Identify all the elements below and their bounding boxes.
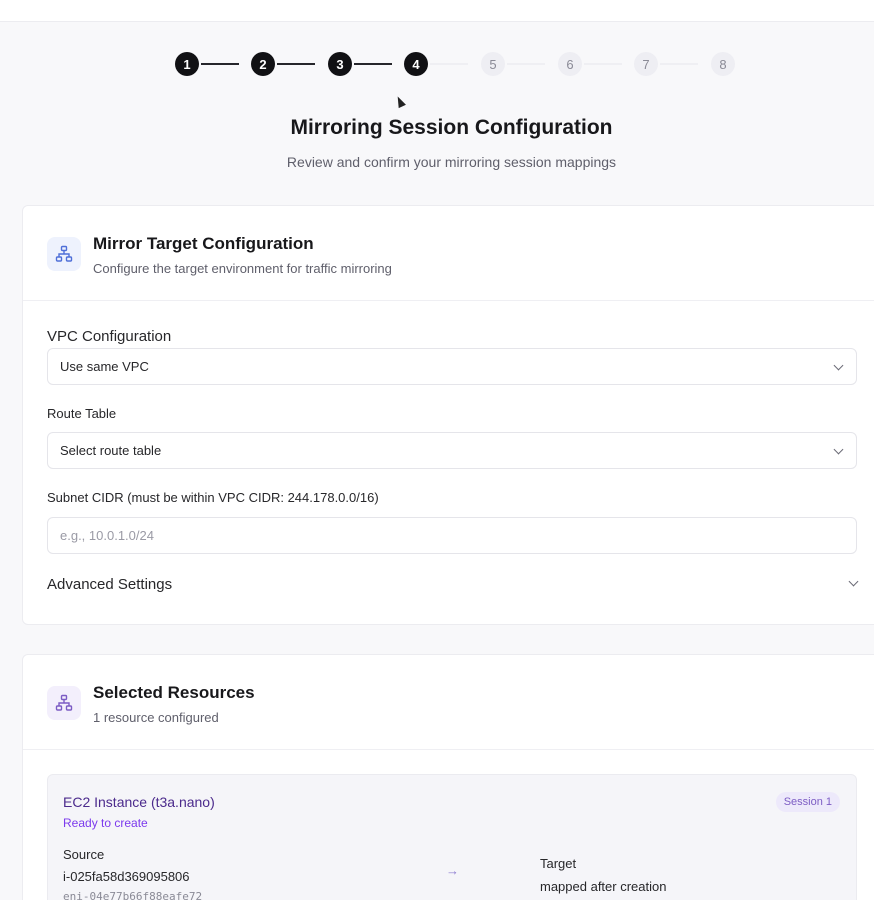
card-title: Selected Resources <box>93 683 255 702</box>
step-4[interactable]: 4 <box>404 52 428 76</box>
target-description: mapped after creation <box>540 879 667 894</box>
vpc-config-value: Use same VPC <box>60 359 149 374</box>
target-label: Target <box>540 856 577 871</box>
vpc-config-select[interactable]: Use same VPC <box>47 348 857 385</box>
step-1[interactable]: 1 <box>175 52 199 76</box>
card-header: Mirror Target Configuration Configure th… <box>23 206 874 301</box>
step-connector <box>430 63 468 65</box>
step-connector <box>201 63 239 65</box>
chevron-down-icon <box>833 360 844 371</box>
mouse-cursor-icon <box>394 94 406 109</box>
source-eni-id: eni-04e77b66f88eafe72 <box>63 890 203 900</box>
network-icon <box>47 237 81 271</box>
progress-stepper: 1 2 3 4 5 6 7 8 <box>175 52 735 76</box>
source-instance-id: i-025fa58d369095806 <box>63 869 190 884</box>
route-table-select[interactable]: Select route table <box>47 432 857 469</box>
step-2[interactable]: 2 <box>251 52 275 76</box>
network-icon <box>47 686 81 720</box>
step-3[interactable]: 3 <box>328 52 352 76</box>
chevron-down-icon <box>833 444 844 455</box>
mirror-target-card: Mirror Target Configuration Configure th… <box>22 205 874 625</box>
page-title: Mirroring Session Configuration <box>290 116 613 139</box>
top-bar <box>0 0 874 22</box>
vpc-config-label: VPC Configuration <box>47 328 172 345</box>
route-table-label: Route Table <box>47 406 117 421</box>
card-description: Configure the target environment for tra… <box>93 261 392 276</box>
resource-status: Ready to create <box>63 816 148 830</box>
step-connector <box>277 63 315 65</box>
arrow-right-icon: → <box>446 863 459 878</box>
source-label: Source <box>63 847 105 862</box>
advanced-settings-toggle[interactable]: Advanced Settings <box>47 576 859 598</box>
advanced-settings-label: Advanced Settings <box>47 576 173 593</box>
selected-resources-card: Selected Resources 1 resource configured… <box>22 654 874 900</box>
chevron-down-icon <box>848 576 859 587</box>
session-badge: Session 1 <box>775 792 840 812</box>
subnet-cidr-label: Subnet CIDR (must be within VPC CIDR: 24… <box>47 490 379 505</box>
card-header: Selected Resources 1 resource configured <box>23 655 874 750</box>
subnet-cidr-input[interactable]: e.g., 10.0.1.0/24 <box>47 517 857 554</box>
subnet-cidr-placeholder: e.g., 10.0.1.0/24 <box>60 528 154 543</box>
resource-item[interactable]: EC2 Instance (t3a.nano) Ready to create … <box>47 774 857 900</box>
step-connector <box>584 63 622 65</box>
page-subtitle: Review and confirm your mirroring sessio… <box>286 154 617 170</box>
route-table-value: Select route table <box>60 443 162 458</box>
step-connector <box>507 63 545 65</box>
card-title: Mirror Target Configuration <box>93 234 314 253</box>
step-connector <box>660 63 698 65</box>
resource-name: EC2 Instance (t3a.nano) <box>63 794 215 810</box>
step-5: 5 <box>481 52 505 76</box>
card-description: 1 resource configured <box>93 710 219 725</box>
step-6: 6 <box>558 52 582 76</box>
step-7: 7 <box>634 52 658 76</box>
step-8: 8 <box>711 52 735 76</box>
step-connector <box>354 63 392 65</box>
